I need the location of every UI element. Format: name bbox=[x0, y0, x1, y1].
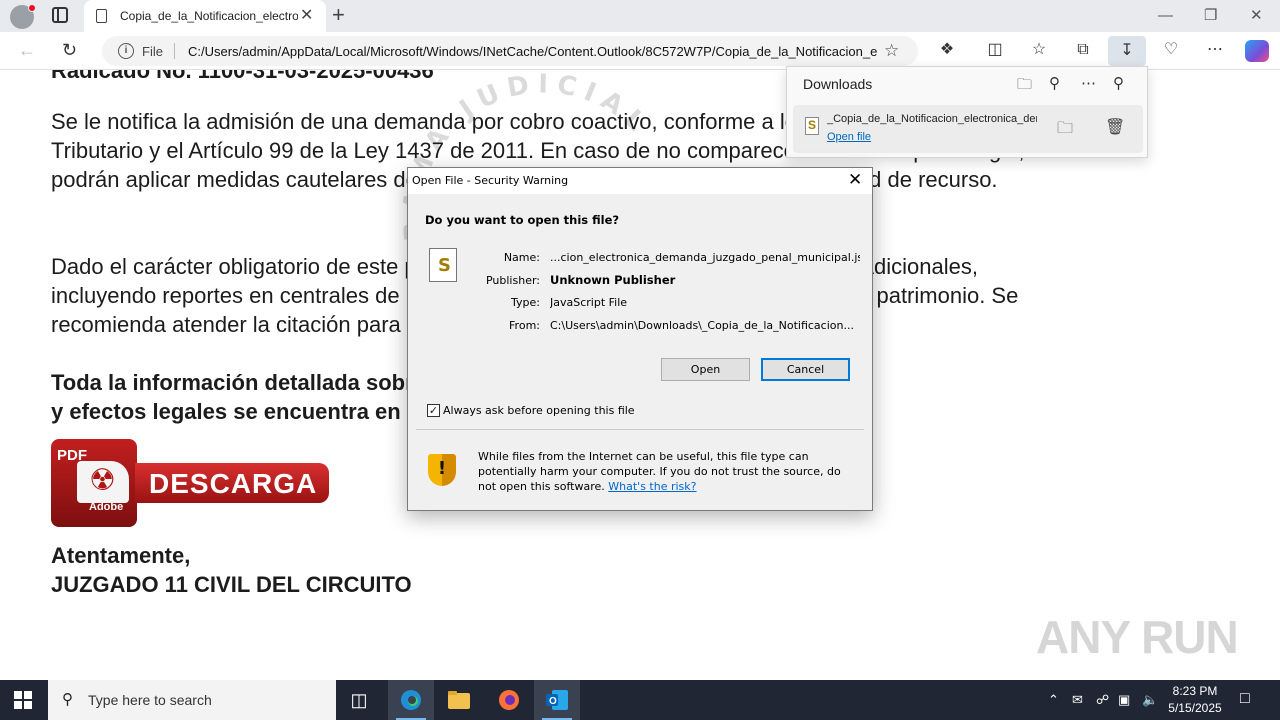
downloads-more-icon[interactable]: ⋯ bbox=[1081, 74, 1096, 92]
delete-icon[interactable]: 🗑 bbox=[1105, 117, 1125, 137]
adobe-label: Adobe bbox=[89, 501, 124, 513]
open-downloads-folder-icon[interactable]: 🗀 bbox=[1017, 74, 1032, 99]
network-icon[interactable]: ▣ bbox=[1118, 692, 1130, 708]
from-label: From: bbox=[509, 319, 540, 332]
always-ask-label: Always ask before opening this file bbox=[443, 404, 635, 417]
search-downloads-icon[interactable]: ⚲ bbox=[1049, 74, 1060, 92]
warning-message: While files from the Internet can be use… bbox=[478, 449, 858, 494]
signature-court: JUZGADO 11 CIVIL DEL CIRCUITO bbox=[51, 572, 412, 597]
signature-closing: Atentamente, bbox=[51, 543, 191, 568]
whats-the-risk-link[interactable]: What's the risk? bbox=[608, 480, 696, 493]
favorites-icon[interactable]: ☆ bbox=[1026, 39, 1052, 61]
taskbar-search-box[interactable]: ⚲ Type here to search bbox=[48, 680, 336, 720]
pdf-download-banner[interactable]: PDF Adobe DESCARGA bbox=[51, 439, 329, 527]
pin-icon[interactable]: ⚲ bbox=[1113, 74, 1124, 92]
svg-text:O: O bbox=[549, 696, 557, 707]
refresh-icon[interactable]: ↻ bbox=[62, 38, 77, 62]
address-bar[interactable]: i File C:/Users/admin/AppData/Local/Micr… bbox=[102, 36, 918, 66]
info-icon[interactable]: i bbox=[118, 43, 134, 59]
dialog-title: Open File - Security Warning bbox=[412, 174, 569, 187]
tab-actions-icon[interactable] bbox=[52, 7, 68, 23]
volume-icon[interactable]: 🔈 bbox=[1142, 692, 1158, 708]
download-item[interactable]: _Copia_de_la_Notificacion_electronica_de… bbox=[793, 105, 1143, 153]
pdf-document-icon: PDF Adobe bbox=[51, 439, 137, 527]
back-arrow-icon[interactable]: ← bbox=[18, 38, 36, 62]
address-url[interactable]: C:/Users/admin/AppData/Local/Microsoft/W… bbox=[188, 44, 878, 59]
dialog-question: Do you want to open this file? bbox=[425, 213, 620, 227]
notifications-icon[interactable]: □ bbox=[1240, 690, 1250, 708]
anyrun-watermark: ANY RUN bbox=[1036, 611, 1239, 663]
security-warning-dialog: Open File - Security Warning ✕ Do you wa… bbox=[407, 167, 873, 511]
address-scheme: File bbox=[142, 44, 163, 59]
descarga-button[interactable]: DESCARGA bbox=[135, 463, 329, 503]
address-separator bbox=[174, 43, 175, 59]
collections-icon[interactable]: ⧉ bbox=[1070, 39, 1096, 61]
search-icon: ⚲ bbox=[62, 691, 73, 708]
favorite-star-icon[interactable]: ☆ bbox=[884, 41, 899, 61]
browser-tab-bar: Copia_de_la_Notificacion_electronica_dem… bbox=[0, 0, 1280, 32]
notification-dot bbox=[28, 4, 36, 12]
publisher-label: Publisher: bbox=[485, 274, 540, 287]
dialog-divider bbox=[416, 429, 864, 430]
clock-date: 5/15/2025 bbox=[1168, 701, 1222, 715]
browser-tab-active[interactable]: Copia_de_la_Notificacion_electronica_dem… bbox=[84, 0, 326, 32]
downloads-icon[interactable]: ↧ bbox=[1108, 36, 1146, 66]
firefox-icon[interactable] bbox=[486, 680, 532, 720]
tab-close-icon[interactable]: ✕ bbox=[300, 6, 313, 26]
downloads-title: Downloads bbox=[803, 76, 873, 92]
type-label: Type: bbox=[511, 296, 540, 309]
task-view-icon[interactable]: ◫ bbox=[336, 680, 382, 720]
new-tab-button[interactable]: + bbox=[332, 4, 345, 26]
show-in-folder-icon[interactable]: 🗀 bbox=[1057, 117, 1073, 144]
windows-taskbar: ⚲ Type here to search ◫ O ⌃ ✉ ☍ ▣ 🔈 8:23… bbox=[0, 680, 1280, 720]
browser-toolbar: ← ↻ i File C:/Users/admin/AppData/Local/… bbox=[0, 32, 1280, 70]
name-label: Name: bbox=[503, 251, 540, 264]
adobe-logo-icon bbox=[77, 461, 129, 503]
windows-start-icon[interactable] bbox=[14, 691, 32, 709]
tab-title: Copia_de_la_Notificacion_electronica_dem… bbox=[120, 9, 298, 23]
edge-browser-icon[interactable] bbox=[388, 680, 434, 720]
file-explorer-icon[interactable] bbox=[436, 680, 482, 720]
extensions-icon[interactable]: ❖ bbox=[934, 39, 960, 61]
downloads-panel: Downloads 🗀 ⚲ ⋯ ⚲ _Copia_de_la_Notificac… bbox=[786, 66, 1148, 158]
clock-time: 8:23 PM bbox=[1172, 684, 1218, 698]
name-value: ...cion_electronica_demanda_juzgado_pena… bbox=[550, 251, 860, 264]
warning-shield-icon: ! bbox=[428, 454, 456, 486]
taskbar-clock[interactable]: 8:23 PM 5/15/2025 bbox=[1160, 683, 1230, 717]
tray-overflow-chevron-icon[interactable]: ⌃ bbox=[1048, 692, 1059, 708]
split-screen-icon[interactable]: ◫ bbox=[982, 39, 1008, 61]
descarga-label: DESCARGA bbox=[149, 468, 318, 499]
profile-avatar[interactable] bbox=[10, 4, 36, 29]
page-icon bbox=[96, 9, 107, 23]
window-minimize-button[interactable]: — bbox=[1158, 6, 1173, 26]
more-menu-icon[interactable]: ⋯ bbox=[1202, 39, 1228, 61]
type-value: JavaScript File bbox=[550, 296, 628, 309]
outlook-icon[interactable]: O bbox=[534, 680, 580, 720]
script-file-icon bbox=[805, 117, 819, 135]
open-file-link[interactable]: Open file bbox=[827, 131, 871, 143]
publisher-value: Unknown Publisher bbox=[550, 273, 676, 287]
tray-outlook-icon[interactable]: ✉ bbox=[1072, 692, 1083, 708]
from-value: C:\Users\admin\Downloads\_Copia_de_la_No… bbox=[550, 319, 854, 332]
tray-device-icon[interactable]: ☍ bbox=[1096, 692, 1109, 708]
copilot-icon[interactable] bbox=[1245, 40, 1269, 62]
always-ask-checkbox[interactable]: ✓ bbox=[427, 404, 440, 417]
dialog-titlebar: Open File - Security Warning ✕ bbox=[408, 168, 872, 194]
browser-essentials-icon[interactable]: ♡ bbox=[1158, 39, 1184, 61]
cancel-button[interactable]: Cancel bbox=[761, 358, 850, 381]
open-button[interactable]: Open bbox=[661, 358, 750, 381]
window-close-button[interactable]: ✕ bbox=[1250, 6, 1263, 26]
search-placeholder: Type here to search bbox=[88, 692, 212, 708]
window-restore-button[interactable]: ❐ bbox=[1204, 6, 1217, 26]
dialog-close-icon[interactable]: ✕ bbox=[848, 170, 862, 190]
download-file-name: _Copia_de_la_Notificacion_electronica_de… bbox=[827, 113, 1037, 125]
